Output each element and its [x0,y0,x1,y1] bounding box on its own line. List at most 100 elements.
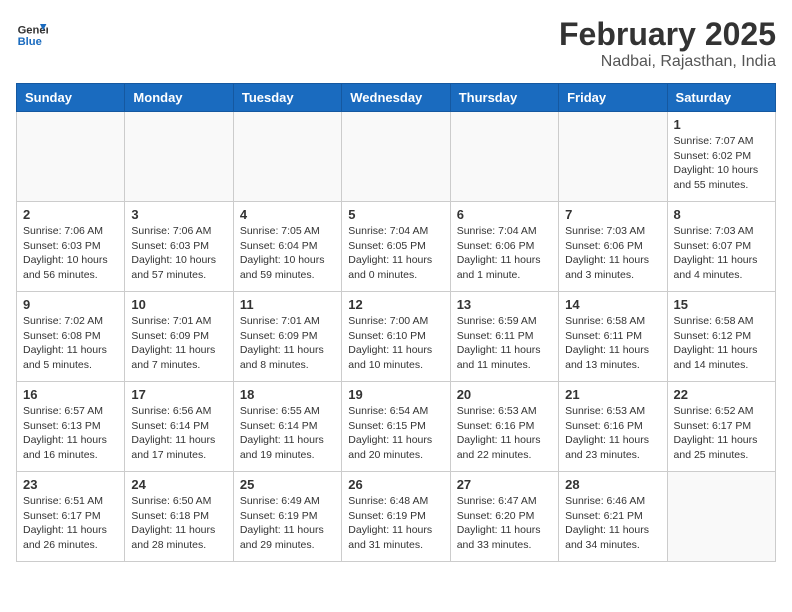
svg-text:Blue: Blue [18,36,42,48]
day-info: Sunrise: 7:00 AMSunset: 6:10 PMDaylight:… [348,314,443,373]
day-number: 19 [348,387,443,402]
day-number: 26 [348,477,443,492]
day-number: 14 [565,297,660,312]
day-number: 21 [565,387,660,402]
day-number: 5 [348,207,443,222]
day-info: Sunrise: 7:02 AMSunset: 6:08 PMDaylight:… [23,314,118,373]
weekday-header-monday: Monday [125,84,233,112]
calendar-cell: 15 Sunrise: 6:58 AMSunset: 6:12 PMDayligh… [667,292,775,382]
calendar-week-row: 16 Sunrise: 6:57 AMSunset: 6:13 PMDayligh… [17,382,776,472]
day-number: 1 [674,117,769,132]
calendar-cell [559,112,667,202]
day-info: Sunrise: 6:56 AMSunset: 6:14 PMDaylight:… [131,404,226,463]
calendar-cell: 8Sunrise: 7:03 AMSunset: 6:07 PMDaylight… [667,202,775,292]
calendar-cell [342,112,450,202]
calendar-cell: 9Sunrise: 7:02 AMSunset: 6:08 PMDaylight… [17,292,125,382]
day-info: Sunrise: 7:06 AMSunset: 6:03 PMDaylight:… [23,224,118,283]
calendar-cell: 27 Sunrise: 6:47 AMSunset: 6:20 PMDayligh… [450,472,558,562]
day-info: Sunrise: 6:50 AMSunset: 6:18 PMDaylight:… [131,494,226,553]
calendar-cell: 20 Sunrise: 6:53 AMSunset: 6:16 PMDayligh… [450,382,558,472]
calendar-cell: 13 Sunrise: 6:59 AMSunset: 6:11 PMDayligh… [450,292,558,382]
day-info: Sunrise: 7:04 AMSunset: 6:06 PMDaylight:… [457,224,552,283]
calendar-week-row: 9Sunrise: 7:02 AMSunset: 6:08 PMDaylight… [17,292,776,382]
weekday-header-tuesday: Tuesday [233,84,341,112]
day-info: Sunrise: 6:58 AMSunset: 6:11 PMDaylight:… [565,314,660,373]
day-info: Sunrise: 7:01 AMSunset: 6:09 PMDaylight:… [240,314,335,373]
day-number: 4 [240,207,335,222]
day-info: Sunrise: 6:48 AMSunset: 6:19 PMDaylight:… [348,494,443,553]
calendar-cell [17,112,125,202]
calendar-cell: 10 Sunrise: 7:01 AMSunset: 6:09 PMDayligh… [125,292,233,382]
calendar-cell: 21 Sunrise: 6:53 AMSunset: 6:16 PMDayligh… [559,382,667,472]
day-number: 17 [131,387,226,402]
day-number: 15 [674,297,769,312]
calendar-cell: 16 Sunrise: 6:57 AMSunset: 6:13 PMDayligh… [17,382,125,472]
day-number: 16 [23,387,118,402]
calendar-cell: 23 Sunrise: 6:51 AMSunset: 6:17 PMDayligh… [17,472,125,562]
weekday-header-wednesday: Wednesday [342,84,450,112]
day-info: Sunrise: 6:53 AMSunset: 6:16 PMDaylight:… [457,404,552,463]
day-number: 28 [565,477,660,492]
calendar-cell: 2 Sunrise: 7:06 AMSunset: 6:03 PMDaylight… [17,202,125,292]
weekday-header-thursday: Thursday [450,84,558,112]
day-info: Sunrise: 6:46 AMSunset: 6:21 PMDaylight:… [565,494,660,553]
day-info: Sunrise: 6:54 AMSunset: 6:15 PMDaylight:… [348,404,443,463]
day-info: Sunrise: 7:01 AMSunset: 6:09 PMDaylight:… [131,314,226,373]
calendar-week-row: 1 Sunrise: 7:07 AMSunset: 6:02 PMDaylight… [17,112,776,202]
logo: General Blue [16,16,48,48]
day-number: 12 [348,297,443,312]
weekday-header-saturday: Saturday [667,84,775,112]
day-number: 27 [457,477,552,492]
page-header: General Blue February 2025 Nadbai, Rajas… [16,16,776,71]
day-info: Sunrise: 7:03 AMSunset: 6:06 PMDaylight:… [565,224,660,283]
day-number: 11 [240,297,335,312]
day-info: Sunrise: 6:47 AMSunset: 6:20 PMDaylight:… [457,494,552,553]
calendar-cell: 17 Sunrise: 6:56 AMSunset: 6:14 PMDayligh… [125,382,233,472]
day-info: Sunrise: 7:03 AMSunset: 6:07 PMDaylight:… [674,224,769,283]
calendar-cell: 28 Sunrise: 6:46 AMSunset: 6:21 PMDayligh… [559,472,667,562]
calendar-cell: 25Sunrise: 6:49 AMSunset: 6:19 PMDayligh… [233,472,341,562]
calendar-cell: 26 Sunrise: 6:48 AMSunset: 6:19 PMDayligh… [342,472,450,562]
day-info: Sunrise: 6:49 AMSunset: 6:19 PMDaylight:… [240,494,335,553]
logo-icon: General Blue [16,16,48,48]
calendar-cell: 4 Sunrise: 7:05 AMSunset: 6:04 PMDaylight… [233,202,341,292]
day-info: Sunrise: 6:58 AMSunset: 6:12 PMDaylight:… [674,314,769,373]
day-info: Sunrise: 6:57 AMSunset: 6:13 PMDaylight:… [23,404,118,463]
calendar-cell: 12 Sunrise: 7:00 AMSunset: 6:10 PMDayligh… [342,292,450,382]
day-number: 20 [457,387,552,402]
day-info: Sunrise: 7:07 AMSunset: 6:02 PMDaylight:… [674,134,769,193]
day-number: 2 [23,207,118,222]
day-number: 23 [23,477,118,492]
calendar-cell: 5 Sunrise: 7:04 AMSunset: 6:05 PMDaylight… [342,202,450,292]
calendar-cell: 3Sunrise: 7:06 AMSunset: 6:03 PMDaylight… [125,202,233,292]
calendar-cell: 7 Sunrise: 7:03 AMSunset: 6:06 PMDaylight… [559,202,667,292]
calendar-cell [125,112,233,202]
calendar-header-row: SundayMondayTuesdayWednesdayThursdayFrid… [17,84,776,112]
day-info: Sunrise: 6:53 AMSunset: 6:16 PMDaylight:… [565,404,660,463]
calendar-week-row: 23 Sunrise: 6:51 AMSunset: 6:17 PMDayligh… [17,472,776,562]
day-info: Sunrise: 7:05 AMSunset: 6:04 PMDaylight:… [240,224,335,283]
calendar-cell [233,112,341,202]
calendar-cell [667,472,775,562]
day-info: Sunrise: 6:59 AMSunset: 6:11 PMDaylight:… [457,314,552,373]
calendar-cell: 24 Sunrise: 6:50 AMSunset: 6:18 PMDayligh… [125,472,233,562]
day-info: Sunrise: 6:51 AMSunset: 6:17 PMDaylight:… [23,494,118,553]
day-number: 7 [565,207,660,222]
day-info: Sunrise: 7:04 AMSunset: 6:05 PMDaylight:… [348,224,443,283]
calendar-cell: 6 Sunrise: 7:04 AMSunset: 6:06 PMDaylight… [450,202,558,292]
day-number: 13 [457,297,552,312]
calendar-table: SundayMondayTuesdayWednesdayThursdayFrid… [16,83,776,562]
calendar-cell: 1 Sunrise: 7:07 AMSunset: 6:02 PMDaylight… [667,112,775,202]
calendar-cell: 18Sunrise: 6:55 AMSunset: 6:14 PMDayligh… [233,382,341,472]
calendar-week-row: 2 Sunrise: 7:06 AMSunset: 6:03 PMDaylight… [17,202,776,292]
day-number: 10 [131,297,226,312]
calendar-cell [450,112,558,202]
day-info: Sunrise: 6:52 AMSunset: 6:17 PMDaylight:… [674,404,769,463]
day-number: 24 [131,477,226,492]
location-subtitle: Nadbai, Rajasthan, India [559,53,776,71]
weekday-header-friday: Friday [559,84,667,112]
day-number: 18 [240,387,335,402]
day-number: 6 [457,207,552,222]
calendar-cell: 19 Sunrise: 6:54 AMSunset: 6:15 PMDayligh… [342,382,450,472]
day-number: 22 [674,387,769,402]
